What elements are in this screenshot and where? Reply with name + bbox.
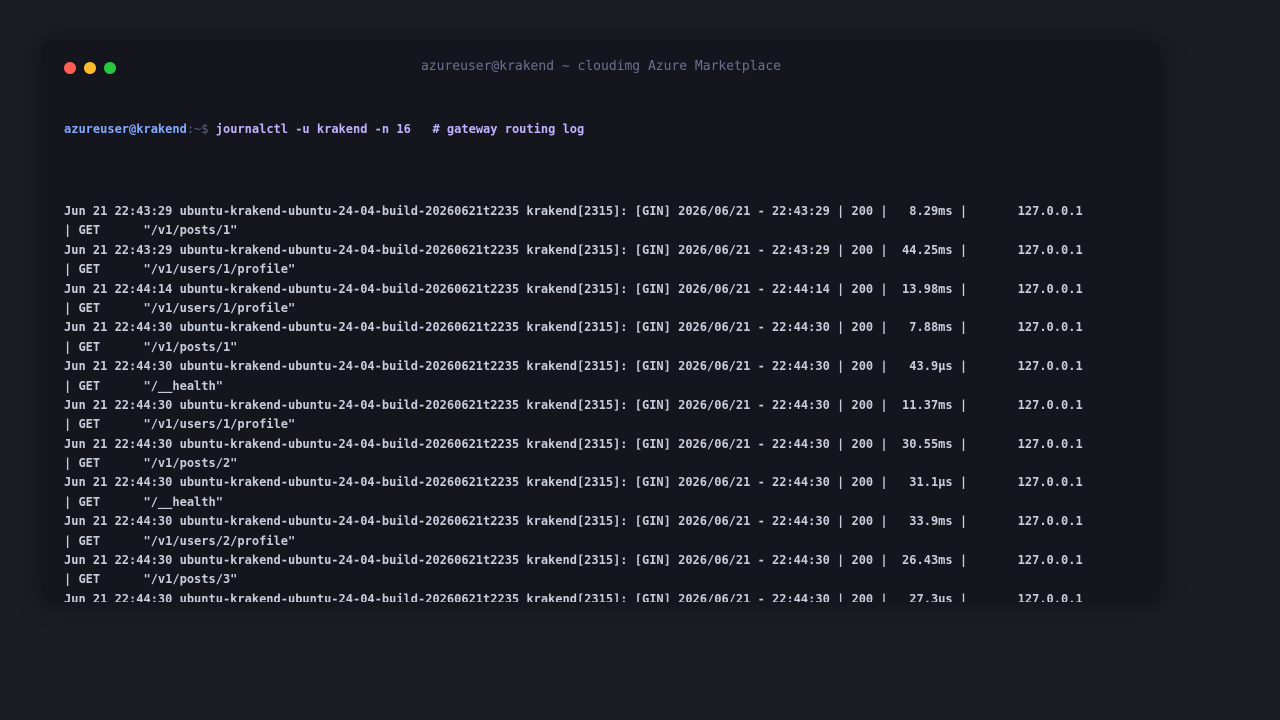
- log-entry-line: Jun 21 22:43:29 ubuntu-krakend-ubuntu-24…: [64, 242, 1083, 257]
- log-entry-request-line: | GET "/v1/users/1/profile": [64, 300, 296, 315]
- log-entry-line: Jun 21 22:44:30 ubuntu-krakend-ubuntu-24…: [64, 397, 1083, 412]
- log-entry-line: Jun 21 22:44:30 ubuntu-krakend-ubuntu-24…: [64, 436, 1083, 451]
- log-entry-request-line: | GET "/__health": [64, 378, 223, 393]
- log-entry-request-line: | GET "/v1/posts/1": [64, 223, 238, 238]
- prompt-user-host: azureuser@krakend: [64, 122, 187, 136]
- command-prompt-line: azureuser@krakend:~$ journalctl -u krake…: [64, 121, 1150, 137]
- log-entry-line: Jun 21 22:44:30 ubuntu-krakend-ubuntu-24…: [64, 359, 1083, 374]
- log-entry-line: Jun 21 22:44:14 ubuntu-krakend-ubuntu-24…: [64, 281, 1083, 296]
- title-bar: azureuser@krakend ~ cloudimg Azure Marke…: [42, 42, 1160, 94]
- log-entry-request-line: | GET "/v1/users/1/profile": [64, 262, 296, 277]
- terminal-output[interactable]: azureuser@krakend:~$ journalctl -u krake…: [64, 93, 1150, 602]
- log-entry-line: Jun 21 22:44:30 ubuntu-krakend-ubuntu-24…: [64, 514, 1083, 529]
- log-entry-request-line: | GET "/v1/posts/1": [64, 339, 238, 354]
- log-entry-line: Jun 21 22:43:29 ubuntu-krakend-ubuntu-24…: [64, 204, 1083, 218]
- log-entry-line: Jun 21 22:44:30 ubuntu-krakend-ubuntu-24…: [64, 553, 1083, 568]
- log-entry-request-line: | GET "/v1/posts/2": [64, 456, 238, 471]
- log-entry-request-line: | GET "/v1/posts/3": [64, 572, 238, 587]
- log-output: Jun 21 22:43:29 ubuntu-krakend-ubuntu-24…: [64, 202, 1150, 602]
- log-entry-request-line: | GET "/v1/users/2/profile": [64, 533, 296, 548]
- log-entry-line: Jun 21 22:44:30 ubuntu-krakend-ubuntu-24…: [64, 320, 1083, 335]
- log-entry-request-line: | GET "/v1/users/1/profile": [64, 417, 296, 432]
- log-entry-line: Jun 21 22:44:30 ubuntu-krakend-ubuntu-24…: [64, 475, 1083, 490]
- prompt-command: journalctl -u krakend -n 16 # gateway ro…: [208, 122, 585, 136]
- log-entry-line: Jun 21 22:44:30 ubuntu-krakend-ubuntu-24…: [64, 591, 1083, 602]
- window-title: azureuser@krakend ~ cloudimg Azure Marke…: [420, 59, 782, 74]
- terminal-window[interactable]: azureuser@krakend ~ cloudimg Azure Marke…: [42, 42, 1160, 602]
- log-entry-request-line: | GET "/__health": [64, 494, 223, 509]
- prompt-path: :~$: [186, 122, 209, 136]
